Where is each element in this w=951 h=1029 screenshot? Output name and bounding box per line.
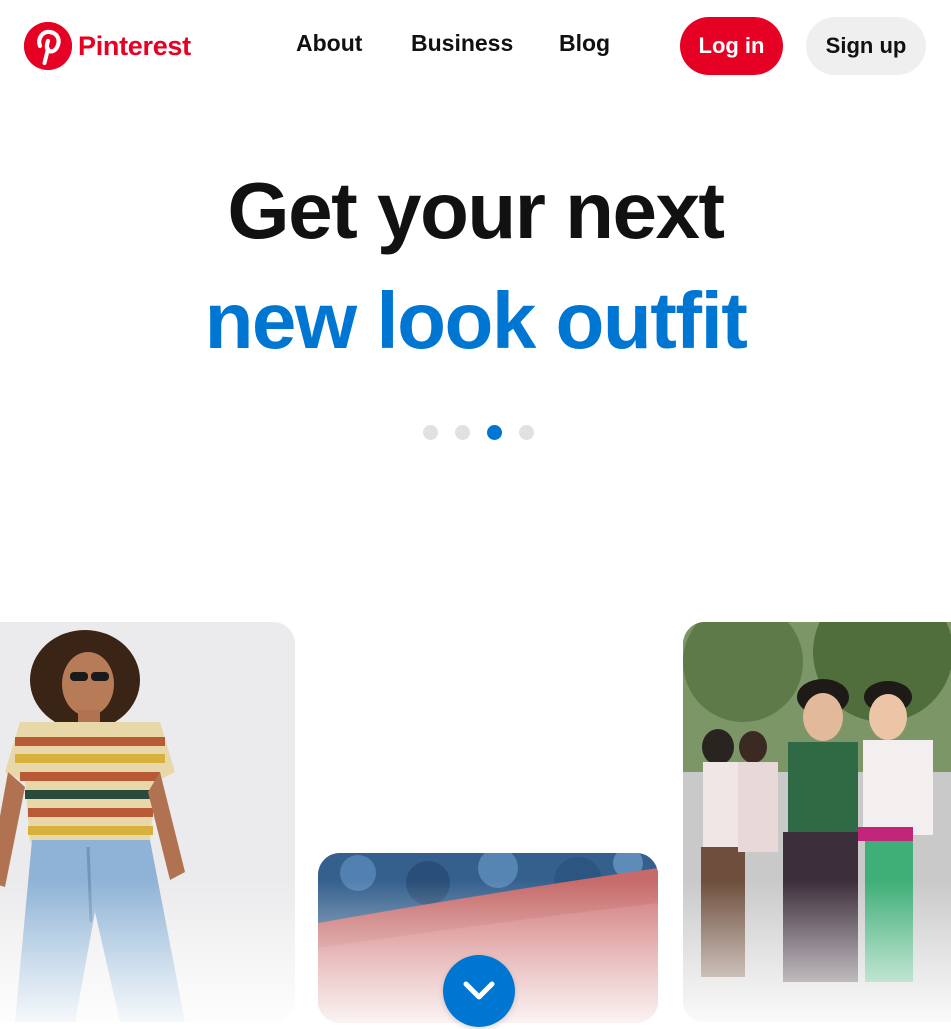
carousel-dot-1[interactable] [423,425,438,440]
pinterest-logo[interactable]: Pinterest [24,22,191,70]
top-navigation-bar: Pinterest About Business Blog Log in Sig… [0,0,951,92]
nav-link-about[interactable]: About [296,30,362,57]
carousel-indicator [0,425,951,441]
carousel-dot-3[interactable] [487,425,502,440]
login-button[interactable]: Log in [680,17,783,75]
nav-link-business[interactable]: Business [411,30,513,57]
logo-wordmark: Pinterest [78,30,191,61]
carousel-dot-4[interactable] [519,425,534,440]
hero-subheadline: new look outfit [204,276,748,365]
chevron-down-icon [463,981,495,1000]
outfit-image-card-left[interactable] [0,622,295,1022]
signup-button[interactable]: Sign up [806,17,926,75]
pinterest-logo-icon [24,22,72,70]
carousel-dot-2[interactable] [455,425,470,440]
pinterest-landing-page: Pinterest About Business Blog Log in Sig… [0,0,951,1029]
nav-link-blog[interactable]: Blog [559,30,610,57]
outfit-image-card-right[interactable] [683,622,951,1022]
scroll-down-button[interactable] [443,955,515,1027]
hero-headline: Get your next [227,166,725,255]
